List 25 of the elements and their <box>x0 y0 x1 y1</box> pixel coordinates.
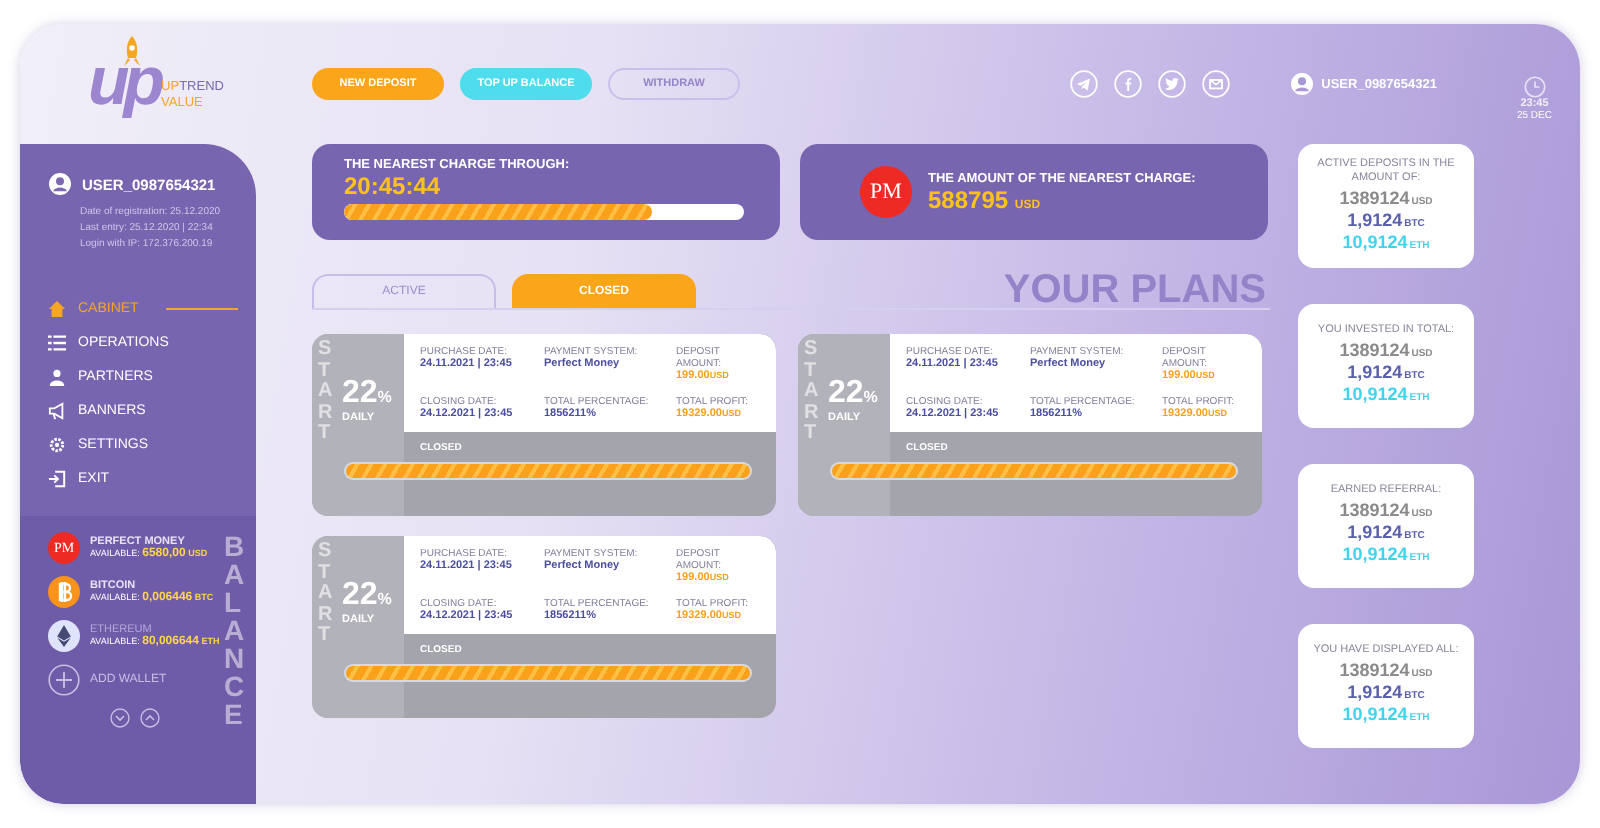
bitcoin-icon <box>48 576 80 608</box>
perfect-money-logo: PM <box>860 166 912 218</box>
megaphone-icon <box>48 402 66 420</box>
daily-percent: 22% <box>828 376 878 412</box>
telegram-icon[interactable] <box>1069 70 1098 98</box>
facebook-icon[interactable] <box>1113 70 1142 98</box>
settings-icon <box>48 436 66 454</box>
daily-percent: 22% <box>342 578 392 614</box>
balance-watermark: BALANCE <box>224 532 247 728</box>
plus-icon <box>48 664 80 696</box>
mail-icon[interactable] <box>1201 70 1230 98</box>
scroll-up-icon[interactable] <box>140 708 160 728</box>
daily-percent: 22% <box>342 376 392 412</box>
ethereum-icon <box>48 620 80 652</box>
home-icon <box>48 300 66 318</box>
charge-countdown: 20:45:44 <box>344 172 443 200</box>
twitter-icon[interactable] <box>1157 70 1186 98</box>
user-icon <box>1289 72 1314 96</box>
list-icon <box>48 334 66 352</box>
clock-icon <box>1523 75 1546 97</box>
scroll-down-icon[interactable] <box>110 708 130 728</box>
exit-icon <box>48 470 66 488</box>
logo-mark[interactable]: up <box>88 48 160 116</box>
user-icon <box>48 172 72 196</box>
people-icon <box>48 368 66 386</box>
